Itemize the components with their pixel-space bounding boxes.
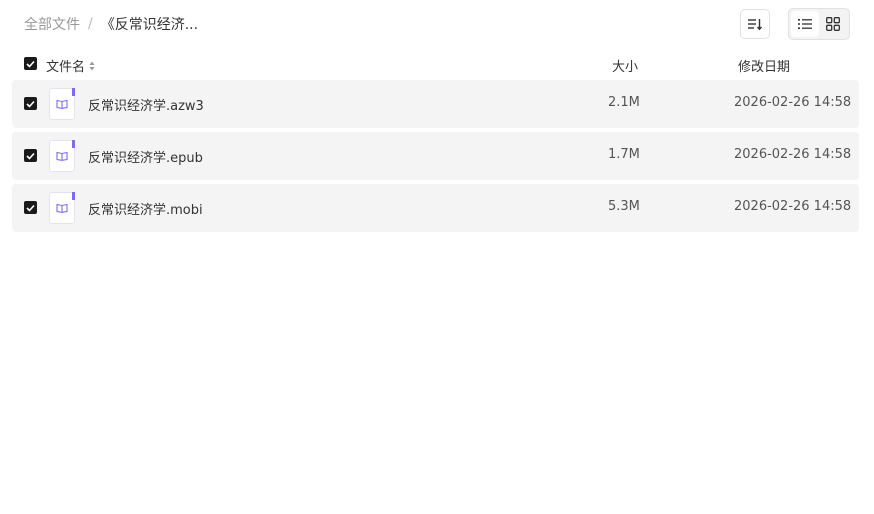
check-icon xyxy=(26,152,35,160)
view-switch xyxy=(788,8,850,40)
select-all-checkbox[interactable] xyxy=(24,57,37,70)
breadcrumb-root-link[interactable]: 全部文件 xyxy=(24,14,80,34)
file-row[interactable]: 反常识经济学.epub 1.7M 2026-02-26 14:58 xyxy=(12,132,859,180)
file-name[interactable]: 反常识经济学.epub xyxy=(88,147,203,166)
sort-toggle-icon xyxy=(89,61,95,70)
row-checkbox[interactable] xyxy=(24,149,37,162)
breadcrumb-current: 《反常识经济... xyxy=(100,17,199,33)
list-view-button[interactable] xyxy=(791,11,819,37)
check-icon xyxy=(26,204,35,212)
file-date: 2026-02-26 14:58 xyxy=(734,95,852,110)
file-date: 2026-02-26 14:58 xyxy=(734,199,852,214)
file-list: 反常识经济学.azw3 2.1M 2026-02-26 14:58 反常识经济学… xyxy=(12,80,859,236)
file-size: 2.1M xyxy=(608,95,640,110)
row-checkbox[interactable] xyxy=(24,201,37,214)
sort-icon xyxy=(748,19,763,31)
ebook-icon xyxy=(49,192,75,224)
toolbar xyxy=(740,8,850,40)
file-row[interactable]: 反常识经济学.azw3 2.1M 2026-02-26 14:58 xyxy=(12,80,859,128)
name-column-label: 文件名 xyxy=(46,60,86,75)
row-checkbox[interactable] xyxy=(24,97,37,110)
grid-view-icon xyxy=(826,17,840,31)
ebook-icon xyxy=(49,88,75,120)
list-view-icon xyxy=(798,19,812,29)
breadcrumb-separator: / xyxy=(88,16,93,32)
file-size: 1.7M xyxy=(608,147,640,162)
file-name[interactable]: 反常识经济学.azw3 xyxy=(88,95,204,114)
file-name[interactable]: 反常识经济学.mobi xyxy=(88,199,203,218)
table-header: 文件名 大小 修改日期 xyxy=(24,54,850,75)
name-column-header[interactable]: 文件名 xyxy=(46,56,95,75)
ebook-icon xyxy=(49,140,75,172)
check-icon xyxy=(26,60,35,68)
check-icon xyxy=(26,100,35,108)
file-size: 5.3M xyxy=(608,199,640,214)
breadcrumb: 全部文件 / 《反常识经济... xyxy=(24,14,198,34)
file-date: 2026-02-26 14:58 xyxy=(734,147,852,162)
date-column-header: 修改日期 xyxy=(738,60,791,75)
file-row[interactable]: 反常识经济学.mobi 5.3M 2026-02-26 14:58 xyxy=(12,184,859,232)
size-column-header: 大小 xyxy=(612,60,639,75)
grid-view-button[interactable] xyxy=(819,11,847,37)
sort-button[interactable] xyxy=(740,9,770,39)
